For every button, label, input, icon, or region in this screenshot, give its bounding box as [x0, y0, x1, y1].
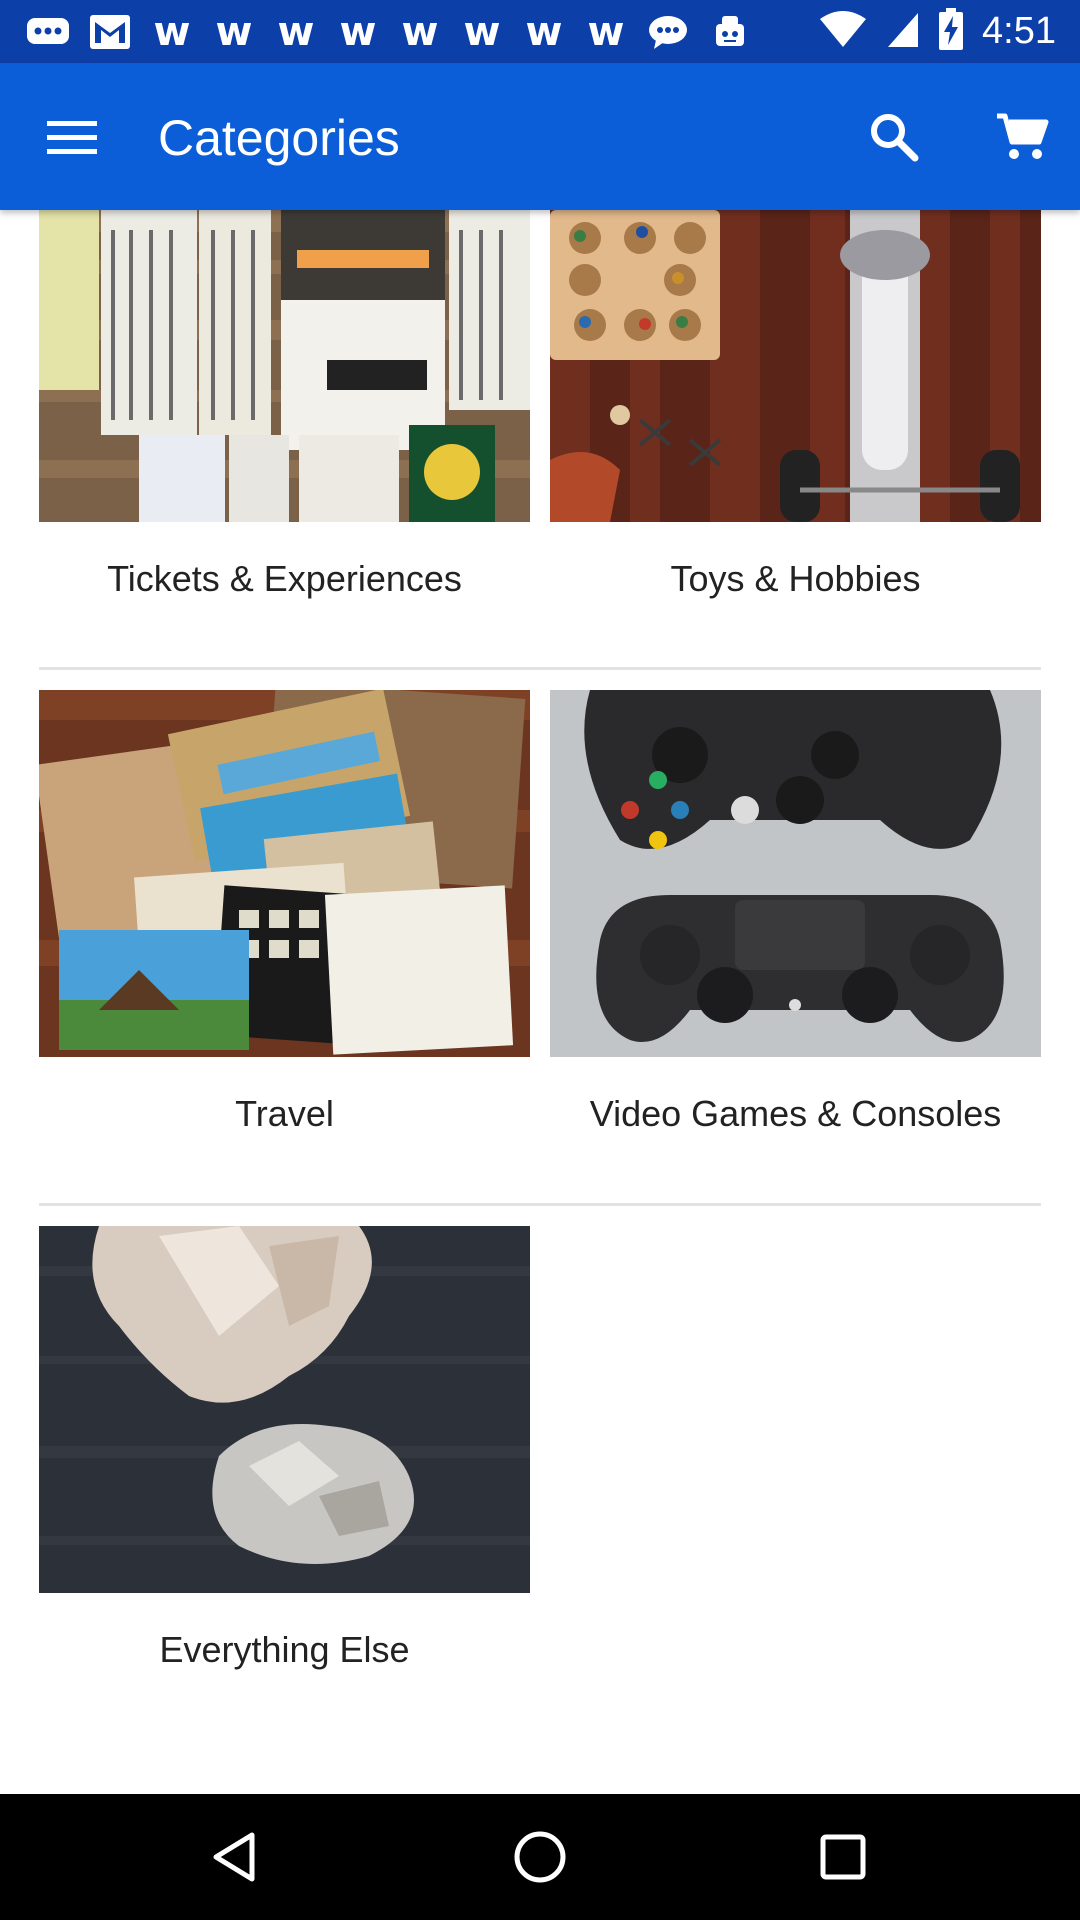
battery-charging-icon	[938, 8, 964, 55]
w-icon: w	[339, 8, 377, 55]
category-tile-everything-else[interactable]: Everything Else	[39, 1226, 530, 1670]
search-icon	[871, 114, 919, 162]
search-button[interactable]	[858, 101, 930, 173]
notification-icons: w w w w w w w w	[24, 10, 754, 53]
home-icon	[514, 1831, 566, 1883]
tickets-image	[39, 210, 530, 522]
wifi-icon	[818, 9, 868, 54]
travel-image	[39, 690, 530, 1057]
recents-button[interactable]	[803, 1817, 883, 1897]
system-icons: 4:51	[818, 8, 1056, 55]
video-games-image	[550, 690, 1041, 1057]
app-bar: Categories	[0, 63, 1080, 210]
cell-signal-icon	[886, 9, 920, 54]
divider	[39, 667, 1041, 670]
category-label: Toys & Hobbies	[670, 558, 921, 599]
menu-button[interactable]	[36, 101, 108, 173]
w-icon: w	[525, 8, 563, 55]
gmail-icon	[86, 12, 134, 52]
category-label: Video Games & Consoles	[589, 1093, 1002, 1134]
chat-bubble-icon	[24, 12, 72, 52]
page-title: Categories	[158, 110, 400, 166]
categories-grid: Tickets & Experiences Toys & Hobbies Tra…	[0, 210, 1080, 1794]
clock: 4:51	[982, 10, 1056, 52]
category-tile-travel[interactable]: Travel	[39, 690, 530, 1134]
category-tile-tickets[interactable]: Tickets & Experiences	[39, 210, 530, 599]
toys-image	[550, 210, 1041, 522]
everything-else-image	[39, 1226, 530, 1593]
recents-icon	[820, 1834, 866, 1880]
shopping-cart-icon	[997, 113, 1049, 159]
cart-button[interactable]	[986, 101, 1058, 173]
messenger-icon	[644, 12, 692, 52]
w-icon: w	[587, 8, 625, 55]
divider	[39, 1203, 1041, 1206]
category-tile-toys[interactable]: Toys & Hobbies	[550, 210, 1041, 599]
back-button[interactable]	[196, 1817, 276, 1897]
hamburger-menu-icon	[47, 121, 97, 154]
category-label: Tickets & Experiences	[107, 558, 462, 599]
category-tile-video-games[interactable]: Video Games & Consoles	[550, 690, 1041, 1134]
w-icon: w	[153, 8, 191, 55]
category-label: Travel	[235, 1093, 334, 1134]
w-icon: w	[215, 8, 253, 55]
system-nav-bar	[0, 1794, 1080, 1920]
w-icon: w	[277, 8, 315, 55]
home-button[interactable]	[500, 1817, 580, 1897]
status-bar: w w w w w w w w 4:51	[0, 0, 1080, 63]
category-label: Everything Else	[159, 1629, 410, 1670]
w-icon: w	[463, 8, 501, 55]
back-icon	[213, 1832, 255, 1882]
w-icon: w	[401, 8, 439, 55]
robot-icon	[706, 12, 754, 52]
